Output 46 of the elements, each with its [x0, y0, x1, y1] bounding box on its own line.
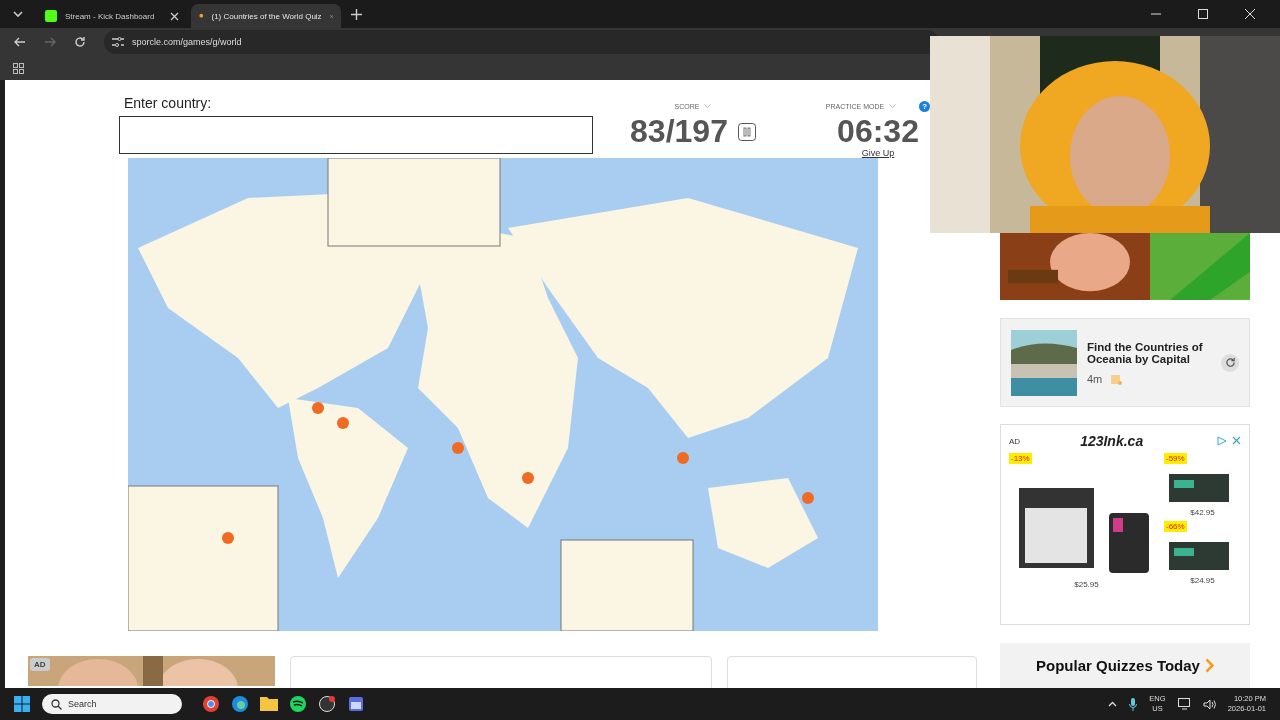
answer-field[interactable]: [119, 116, 593, 154]
address-bar[interactable]: sporcle.com/games/g/world: [104, 30, 939, 54]
product-price: $24.95: [1190, 576, 1215, 586]
quiz-title[interactable]: Find the Countries of Oceania by Capital: [1087, 340, 1211, 365]
app-icon[interactable]: [289, 695, 307, 713]
ad-badge: AD: [30, 658, 50, 671]
browser-tab[interactable]: (1) Countries of the World Quiz: [191, 4, 341, 28]
search-field[interactable]: Search: [42, 694, 182, 714]
microphone-icon[interactable]: [1129, 697, 1138, 711]
back-icon[interactable]: [14, 36, 26, 48]
give-up-link[interactable]: Give Up: [861, 148, 895, 158]
close-icon[interactable]: [170, 11, 179, 21]
start-icon[interactable]: [14, 696, 30, 712]
field-label: Enter country:: [123, 95, 213, 111]
score-value: 83/197: [630, 113, 728, 150]
chevron-up-icon[interactable]: [1108, 701, 1118, 707]
discount-badge: -59%: [1164, 453, 1187, 465]
folder-icon[interactable]: [260, 695, 278, 711]
discount-badge: -13%: [1009, 453, 1032, 465]
ad-card[interactable]: AD 123Ink.ca -13% $25.95 -59% $42.95 -66% $24.95: [1000, 424, 1250, 626]
app-icon[interactable]: [202, 695, 220, 713]
discount-badge: -66%: [1164, 521, 1187, 533]
reload-icon[interactable]: [74, 36, 86, 48]
site-settings-icon[interactable]: [112, 37, 124, 47]
new-tab-icon[interactable]: [351, 8, 362, 20]
apps-grid-icon[interactable]: [13, 62, 24, 74]
brand-logo[interactable]: 123Ink.ca: [1080, 433, 1144, 450]
quiz-duration: 4m: [1087, 372, 1103, 385]
quiz-card[interactable]: Find the Countries of Oceania by Capital 4m: [1000, 317, 1250, 408]
app-icon[interactable]: [318, 695, 336, 713]
product-price: $25.95: [1074, 580, 1099, 590]
app-icon[interactable]: [347, 695, 365, 713]
pause-icon[interactable]: [737, 122, 756, 141]
refresh-icon: [1224, 357, 1236, 369]
popular-quizzes-button[interactable]: Popular Quizzes Today: [1000, 643, 1250, 688]
chevron-icon: [1204, 658, 1214, 674]
ad-label: AD: [1009, 436, 1021, 446]
favicon-icon: [45, 10, 57, 22]
help-icon[interactable]: ?: [919, 100, 931, 112]
monitor-icon[interactable]: [1177, 698, 1191, 710]
maximize-icon[interactable]: [1198, 9, 1208, 19]
product-price: $42.95: [1190, 508, 1215, 518]
volume-icon[interactable]: [1202, 698, 1216, 710]
app-icon[interactable]: [231, 695, 249, 713]
refresh-button[interactable]: [1221, 353, 1239, 372]
timer: 06:32: [837, 113, 919, 149]
